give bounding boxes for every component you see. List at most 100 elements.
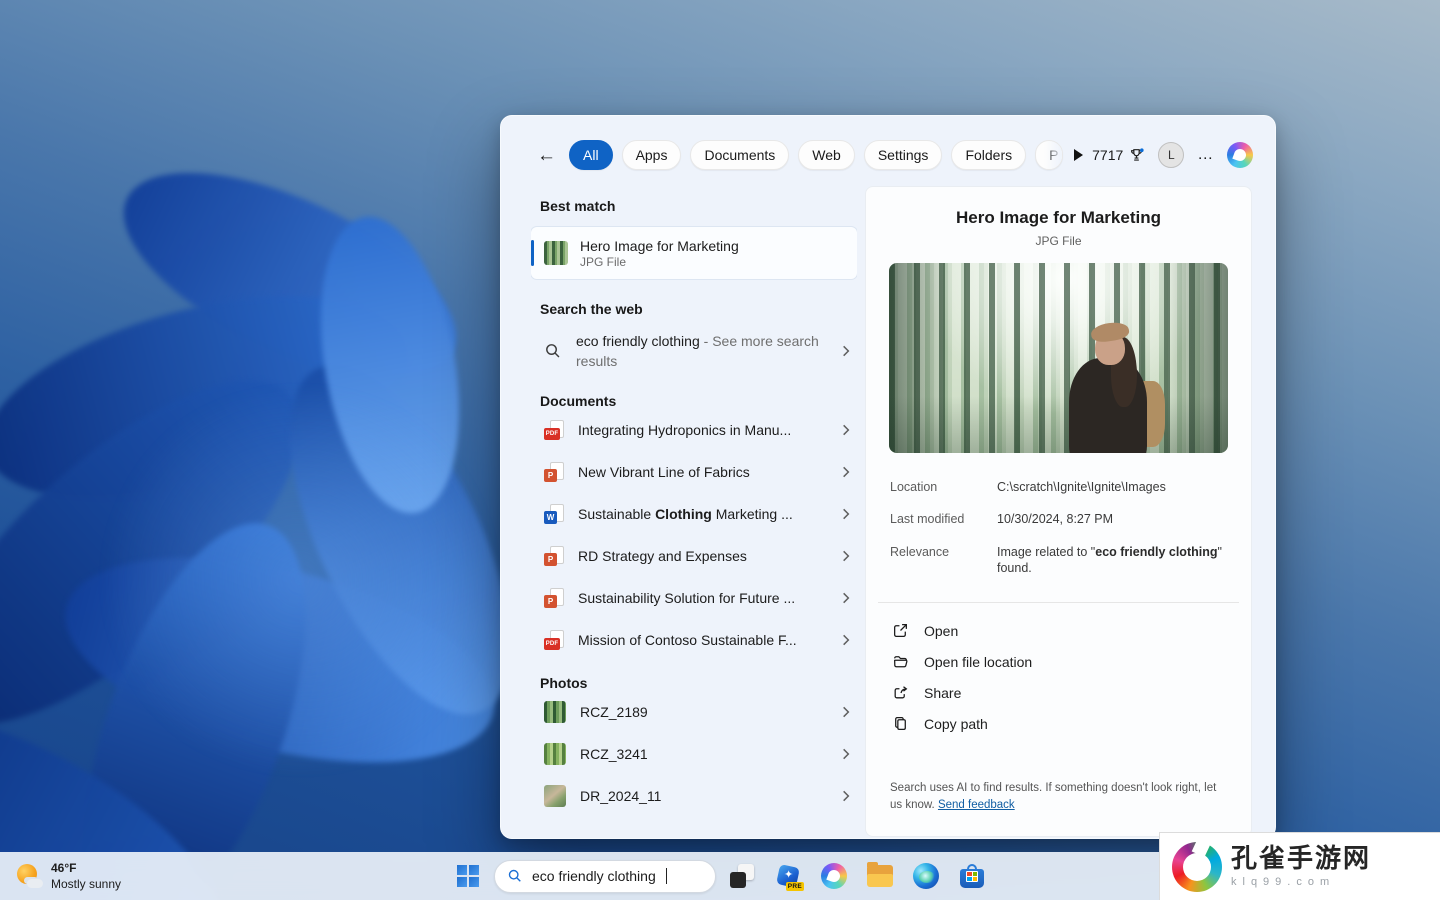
- watermark-logo-icon: [1172, 842, 1222, 892]
- file-details: Location C:\scratch\Ignite\Ignite\Images…: [890, 479, 1227, 576]
- copilot-icon[interactable]: [1227, 142, 1253, 168]
- preview-image-bamboo-forest: [889, 263, 1228, 453]
- web-search-result[interactable]: eco friendly clothing - See more search …: [531, 325, 857, 378]
- tab-settings[interactable]: Settings: [864, 140, 943, 170]
- chevron-right-icon[interactable]: [839, 344, 853, 358]
- taskbar-app-task-view[interactable]: [722, 856, 762, 896]
- pre-app-icon: ✦ PRE: [775, 863, 801, 889]
- rewards-trophy-icon: [1128, 147, 1145, 164]
- chevron-right-icon[interactable]: [839, 591, 853, 605]
- section-header-search-web: Search the web: [531, 301, 857, 317]
- account-avatar[interactable]: L: [1158, 142, 1184, 168]
- pdf-icon: PDF: [544, 630, 564, 650]
- store-icon: [960, 864, 984, 888]
- open-file-location-button[interactable]: Open file location: [878, 646, 1239, 677]
- tab-photos-truncated[interactable]: P: [1035, 140, 1063, 170]
- selection-accent-bar: [531, 240, 534, 266]
- open-button[interactable]: Open: [878, 615, 1239, 646]
- open-icon: [892, 622, 909, 639]
- detail-location: Location C:\scratch\Ignite\Ignite\Images: [890, 479, 1227, 495]
- photo-result[interactable]: DR_2024_11: [531, 775, 857, 817]
- tab-folders[interactable]: Folders: [951, 140, 1026, 170]
- weather-icon: [16, 863, 43, 890]
- chevron-right-icon[interactable]: [839, 465, 853, 479]
- preview-card: Hero Image for Marketing JPG File Locati…: [865, 186, 1252, 837]
- chevron-right-icon[interactable]: [839, 633, 853, 647]
- ppt-icon: P: [544, 588, 564, 608]
- start-button[interactable]: [448, 856, 488, 896]
- section-header-best-match: Best match: [531, 198, 857, 214]
- search-filter-tabs: ← All Apps Documents Web Settings Folder…: [501, 116, 1275, 178]
- task-view-icon: [730, 864, 754, 888]
- copy-path-button[interactable]: Copy path: [878, 708, 1239, 739]
- document-result[interactable]: P Sustainability Solution for Future ...: [531, 577, 857, 619]
- pdf-icon: PDF: [544, 420, 564, 440]
- photo-name: RCZ_2189: [580, 704, 648, 720]
- bamboo-thumbnail: [544, 241, 568, 265]
- taskbar-app-edge[interactable]: [906, 856, 946, 896]
- search-icon: [507, 868, 523, 884]
- ppt-icon: P: [544, 546, 564, 566]
- chevron-right-icon[interactable]: [839, 549, 853, 563]
- best-match-title: Hero Image for Marketing: [580, 238, 739, 254]
- ppt-icon: P: [544, 462, 564, 482]
- preview-file-type: JPG File: [866, 234, 1251, 248]
- watermark-url: klq99.com: [1231, 876, 1371, 888]
- photo-name: DR_2024_11: [580, 788, 661, 804]
- photo-name: RCZ_3241: [580, 746, 648, 762]
- detail-last-modified: Last modified 10/30/2024, 8:27 PM: [890, 511, 1227, 527]
- chevron-right-icon[interactable]: [839, 747, 853, 761]
- best-match-subtitle: JPG File: [580, 255, 739, 269]
- search-flyout-panel: ← All Apps Documents Web Settings Folder…: [500, 115, 1276, 839]
- weather-condition: Mostly sunny: [51, 876, 121, 892]
- weather-temp: 46°F: [51, 860, 121, 876]
- web-query: eco friendly clothing: [576, 333, 700, 349]
- caret-icon: [666, 868, 667, 884]
- back-icon[interactable]: ←: [537, 146, 556, 165]
- start-icon: [457, 865, 479, 887]
- detail-relevance: Relevance Image related to "eco friendly…: [890, 544, 1227, 577]
- weather-widget[interactable]: 46°F Mostly sunny: [10, 852, 127, 900]
- taskbar-search-value: eco friendly clothing: [532, 868, 656, 884]
- word-icon: W: [544, 504, 564, 524]
- send-feedback-link[interactable]: Send feedback: [938, 799, 1015, 811]
- file-actions: Open Open file location Share: [878, 615, 1239, 739]
- taskbar-app-store[interactable]: [952, 856, 992, 896]
- tab-apps[interactable]: Apps: [622, 140, 682, 170]
- share-button[interactable]: Share: [878, 677, 1239, 708]
- tab-web[interactable]: Web: [798, 140, 855, 170]
- bamboo-thumbnail: [544, 701, 566, 723]
- document-result[interactable]: P New Vibrant Line of Fabrics: [531, 451, 857, 493]
- chevron-right-icon[interactable]: [839, 789, 853, 803]
- tab-all[interactable]: All: [569, 140, 613, 170]
- rewards-points[interactable]: 7717: [1092, 147, 1145, 164]
- share-icon: [892, 684, 909, 701]
- taskbar-app-copilot[interactable]: [814, 856, 854, 896]
- taskbar-app-file-explorer[interactable]: [860, 856, 900, 896]
- copilot-icon: [821, 863, 847, 889]
- copy-icon: [892, 715, 909, 732]
- divider: [878, 602, 1239, 603]
- results-column: Best match Hero Image for Marketing JPG …: [531, 178, 857, 838]
- more-icon[interactable]: …: [1197, 146, 1214, 164]
- watermark-title: 孔雀手游网: [1231, 845, 1371, 874]
- document-result[interactable]: PDF Integrating Hydroponics in Manu...: [531, 409, 857, 451]
- photo-result[interactable]: RCZ_3241: [531, 733, 857, 775]
- document-result[interactable]: W Sustainable Clothing Marketing ...: [531, 493, 857, 535]
- best-match-result[interactable]: Hero Image for Marketing JPG File: [531, 227, 857, 279]
- photo-result[interactable]: RCZ_2189: [531, 691, 857, 733]
- taskbar-search-input[interactable]: eco friendly clothing: [494, 860, 716, 893]
- tab-documents[interactable]: Documents: [690, 140, 789, 170]
- document-result[interactable]: PDF Mission of Contoso Sustainable F...: [531, 619, 857, 661]
- chevron-right-icon[interactable]: [839, 705, 853, 719]
- taskbar-app-preview[interactable]: ✦ PRE: [768, 856, 808, 896]
- preview-title: Hero Image for Marketing: [866, 208, 1251, 228]
- chevron-right-icon[interactable]: [839, 423, 853, 437]
- bamboo-thumbnail: [544, 743, 566, 765]
- document-result[interactable]: P RD Strategy and Expenses: [531, 535, 857, 577]
- section-header-photos: Photos: [531, 675, 857, 691]
- chevron-right-icon[interactable]: [839, 507, 853, 521]
- watermark-overlay: 孔雀手游网 klq99.com: [1159, 832, 1440, 900]
- search-icon: [544, 342, 562, 360]
- play-icon[interactable]: [1074, 149, 1083, 161]
